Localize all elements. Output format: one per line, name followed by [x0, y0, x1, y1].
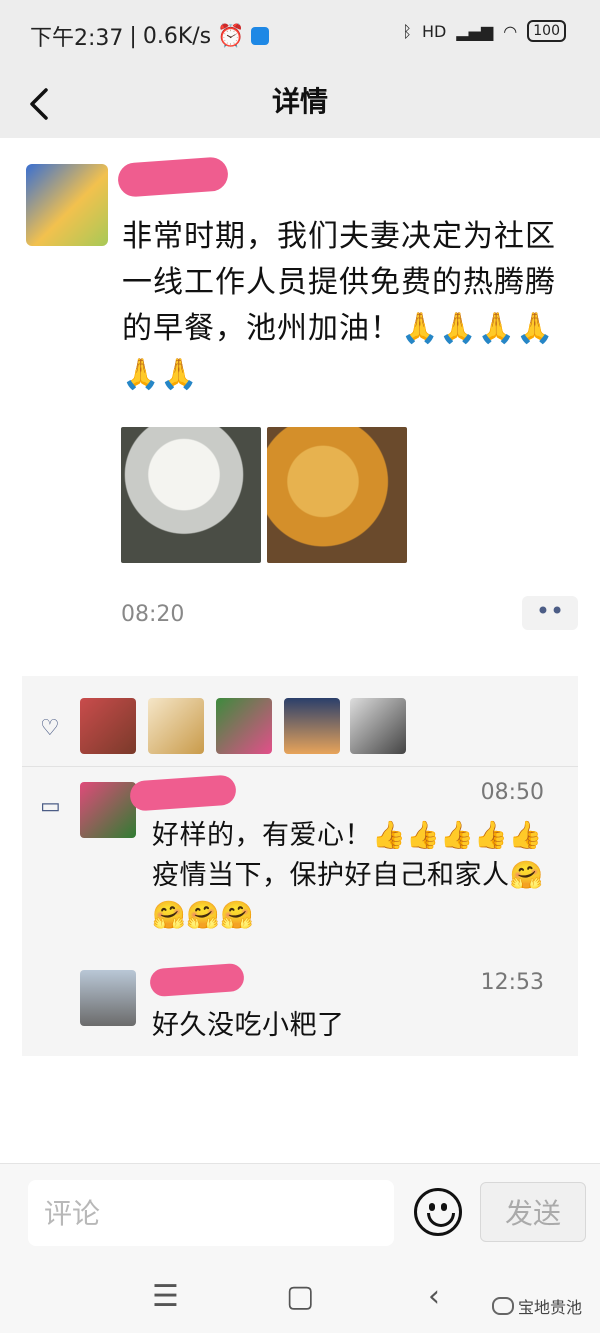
nav-bar: 详情	[0, 70, 600, 138]
send-button[interactable]: 发送	[480, 1182, 586, 1242]
heart-icon: ♡	[40, 716, 60, 741]
likes-row: ♡	[22, 676, 578, 767]
redacted-commenter-name	[129, 774, 237, 812]
smiley-icon[interactable]	[414, 1188, 462, 1236]
commenter-avatar[interactable]	[80, 782, 136, 838]
comment-text: 好样的，有爱心！👍👍👍👍👍疫情当下，保护好自己和家人🤗🤗🤗🤗	[152, 820, 544, 931]
watermark-text: 宝地贵池	[517, 1298, 582, 1317]
steamed-buns-photo[interactable]	[121, 427, 261, 563]
battery-icon: 100	[527, 20, 566, 42]
back-nav-icon[interactable]: ‹	[428, 1279, 440, 1314]
status-bar: 下午2:37 | 0.6K/s ⏰ ᛒ HD ▂▄▆ ◠ 100	[0, 0, 600, 70]
status-time: 下午2:37	[30, 26, 124, 51]
watermark: 宝地贵池	[491, 1294, 582, 1318]
smiley-eye	[429, 1203, 435, 1211]
more-actions-button[interactable]: ••	[522, 596, 578, 630]
comment-input-bar: 发送	[0, 1163, 600, 1260]
fried-cakes-photo[interactable]	[267, 427, 407, 563]
comment-text: 好久没吃小粑了	[152, 1010, 345, 1041]
post-text: 非常时期，我们夫妻决定为社区一线工作人员提供免费的热腾腾的早餐，池州加油！🙏🙏🙏…	[122, 219, 556, 392]
commenter-avatar[interactable]	[80, 970, 136, 1026]
wifi-icon: ◠	[503, 21, 518, 41]
comment-time: 08:50	[480, 780, 544, 805]
comment-input[interactable]	[28, 1180, 394, 1246]
liker-avatar[interactable]	[80, 698, 136, 754]
liker-avatar[interactable]	[148, 698, 204, 754]
redacted-author-name	[116, 156, 230, 198]
author-avatar[interactable]	[26, 164, 108, 246]
page-title: 详情	[271, 85, 328, 118]
post-time: 08:20	[121, 602, 185, 627]
liker-avatar[interactable]	[350, 698, 406, 754]
hd-label: HD	[422, 21, 447, 41]
menu-icon[interactable]: ☰	[152, 1279, 179, 1314]
smiley-mouth	[427, 1213, 455, 1227]
social-panel: ♡ ▭ 08:50 好样的，有爱心！👍👍👍👍👍疫情当下，保护好自己和家人🤗🤗🤗🤗…	[22, 676, 578, 1056]
app-badge-icon	[250, 27, 269, 45]
speech-bubble-icon: ▭	[40, 794, 61, 819]
status-divider: |	[129, 23, 137, 49]
status-left: 下午2:37 | 0.6K/s ⏰	[30, 20, 269, 52]
alarm-icon: ⏰	[217, 23, 245, 49]
post-photos	[121, 427, 407, 563]
liker-avatar[interactable]	[284, 698, 340, 754]
home-icon[interactable]: ▢	[286, 1279, 314, 1314]
net-speed: 0.6K/s	[142, 23, 212, 49]
status-right: ᛒ HD ▂▄▆ ◠ 100	[402, 20, 566, 42]
comment-time: 12:53	[480, 970, 544, 995]
bluetooth-icon: ᛒ	[402, 21, 413, 41]
smiley-eye	[441, 1203, 447, 1211]
redacted-commenter-name	[149, 962, 245, 998]
signal-icon: ▂▄▆	[456, 21, 494, 41]
wechat-logo-icon	[491, 1297, 514, 1315]
liker-avatar[interactable]	[216, 698, 272, 754]
